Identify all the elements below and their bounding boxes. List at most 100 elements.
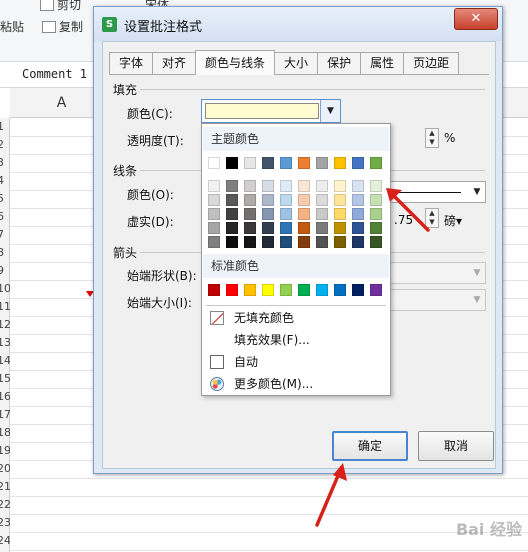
standard-color-swatch[interactable] [298, 284, 310, 296]
row-header[interactable]: 14 [0, 352, 10, 370]
standard-color-swatch[interactable] [316, 284, 328, 296]
theme-shade-swatch[interactable] [226, 208, 238, 220]
tab-properties[interactable]: 属性 [360, 52, 405, 74]
theme-shade-swatch[interactable] [244, 222, 256, 234]
automatic-option[interactable]: 自动 [206, 352, 386, 372]
theme-shade-swatch[interactable] [208, 180, 220, 192]
cut-button[interactable]: 剪切 [40, 0, 81, 13]
row-header[interactable]: 24 [0, 532, 10, 550]
tab-protection[interactable]: 保护 [317, 52, 362, 74]
standard-color-swatch[interactable] [334, 284, 346, 296]
row-header[interactable]: 23 [0, 514, 10, 532]
row-header[interactable]: 10 [0, 280, 10, 298]
theme-color-swatch[interactable] [226, 157, 238, 169]
theme-shade-swatch[interactable] [298, 236, 310, 248]
row-header[interactable]: 15 [0, 370, 10, 388]
theme-shade-swatch[interactable] [298, 194, 310, 206]
theme-color-swatch[interactable] [370, 157, 382, 169]
theme-shade-swatch[interactable] [352, 208, 364, 220]
row-header[interactable]: 19 [0, 442, 10, 460]
theme-shade-swatch[interactable] [208, 194, 220, 206]
theme-shade-swatch[interactable] [262, 208, 274, 220]
theme-shade-swatch[interactable] [244, 236, 256, 248]
row-header[interactable]: 18 [0, 424, 10, 442]
theme-shade-swatch[interactable] [352, 194, 364, 206]
theme-shade-swatch[interactable] [208, 208, 220, 220]
close-button[interactable]: ✕ [454, 8, 498, 30]
theme-shade-swatch[interactable] [280, 222, 292, 234]
theme-shade-swatch[interactable] [208, 236, 220, 248]
theme-shade-swatch[interactable] [352, 180, 364, 192]
row-header[interactable]: 21 [0, 478, 10, 496]
row-header[interactable]: 9 [0, 262, 10, 280]
row-header[interactable]: 6 [0, 208, 10, 226]
dialog-titlebar[interactable]: S 设置批注格式 ✕ [94, 7, 502, 41]
standard-color-swatch[interactable] [226, 284, 238, 296]
fill-effects-option[interactable]: 填充效果(F)... [206, 330, 386, 350]
theme-color-swatch[interactable] [298, 157, 310, 169]
theme-shade-swatch[interactable] [334, 194, 346, 206]
row-header[interactable]: 2 [0, 136, 10, 154]
theme-shade-swatch[interactable] [370, 236, 382, 248]
theme-shade-swatch[interactable] [334, 208, 346, 220]
theme-shade-swatch[interactable] [226, 180, 238, 192]
row-header[interactable]: 12 [0, 316, 10, 334]
theme-color-swatch[interactable] [352, 157, 364, 169]
tab-alignment[interactable]: 对齐 [152, 52, 197, 74]
theme-shade-swatch[interactable] [298, 180, 310, 192]
theme-shade-swatch[interactable] [316, 222, 328, 234]
theme-shade-swatch[interactable] [316, 236, 328, 248]
cancel-button[interactable]: 取消 [418, 431, 494, 461]
theme-shade-swatch[interactable] [262, 236, 274, 248]
row-header[interactable]: 16 [0, 388, 10, 406]
line-color-select[interactable]: ▼ [386, 181, 486, 203]
theme-shade-swatch[interactable] [226, 194, 238, 206]
theme-color-swatch[interactable] [316, 157, 328, 169]
theme-shade-swatch[interactable] [370, 180, 382, 192]
theme-shade-swatch[interactable] [262, 222, 274, 234]
theme-shade-swatch[interactable] [316, 194, 328, 206]
row-header[interactable]: 13 [0, 334, 10, 352]
standard-color-swatch[interactable] [370, 284, 382, 296]
theme-shade-swatch[interactable] [334, 222, 346, 234]
theme-shade-swatch[interactable] [280, 236, 292, 248]
theme-shade-swatch[interactable] [280, 208, 292, 220]
theme-color-swatch[interactable] [280, 157, 292, 169]
theme-shade-swatch[interactable] [226, 236, 238, 248]
row-header[interactable]: 11 [0, 298, 10, 316]
row-header[interactable]: 8 [0, 244, 10, 262]
theme-shade-swatch[interactable] [280, 180, 292, 192]
standard-color-swatch[interactable] [208, 284, 220, 296]
row-header[interactable]: 5 [0, 190, 10, 208]
theme-shade-swatch[interactable] [334, 236, 346, 248]
theme-shade-swatch[interactable] [334, 180, 346, 192]
row-header[interactable]: 22 [0, 496, 10, 514]
theme-shade-swatch[interactable] [316, 208, 328, 220]
line-weight-unit-select[interactable]: 磅▾ [444, 212, 462, 229]
line-weight-value[interactable]: .75 [394, 213, 413, 227]
theme-shade-swatch[interactable] [226, 222, 238, 234]
begin-size-select[interactable]: ▼ [386, 289, 486, 311]
more-colors-option[interactable]: 更多颜色(M)... [206, 374, 386, 394]
fill-color-select[interactable]: ▼ [201, 99, 341, 123]
ok-button[interactable]: 确定 [332, 431, 408, 461]
standard-color-swatch[interactable] [352, 284, 364, 296]
theme-color-swatch[interactable] [334, 157, 346, 169]
row-header[interactable]: 20 [0, 460, 10, 478]
no-fill-option[interactable]: 无填充颜色 [206, 308, 386, 328]
theme-shade-swatch[interactable] [298, 222, 310, 234]
tab-colors-and-lines[interactable]: 颜色与线条 [195, 50, 276, 75]
theme-color-swatch[interactable] [208, 157, 220, 169]
column-header-a[interactable]: A [22, 88, 102, 118]
theme-shade-swatch[interactable] [352, 222, 364, 234]
row-header[interactable]: 7 [0, 226, 10, 244]
standard-color-swatch[interactable] [262, 284, 274, 296]
tab-size[interactable]: 大小 [274, 52, 319, 74]
row-header[interactable]: 17 [0, 406, 10, 424]
copy-button[interactable]: 复制 [42, 18, 83, 35]
theme-shade-swatch[interactable] [244, 180, 256, 192]
tab-margins[interactable]: 页边距 [403, 52, 460, 74]
row-header[interactable]: 4 [0, 172, 10, 190]
theme-shade-swatch[interactable] [370, 194, 382, 206]
chevron-down-icon[interactable]: ▼ [320, 100, 340, 122]
